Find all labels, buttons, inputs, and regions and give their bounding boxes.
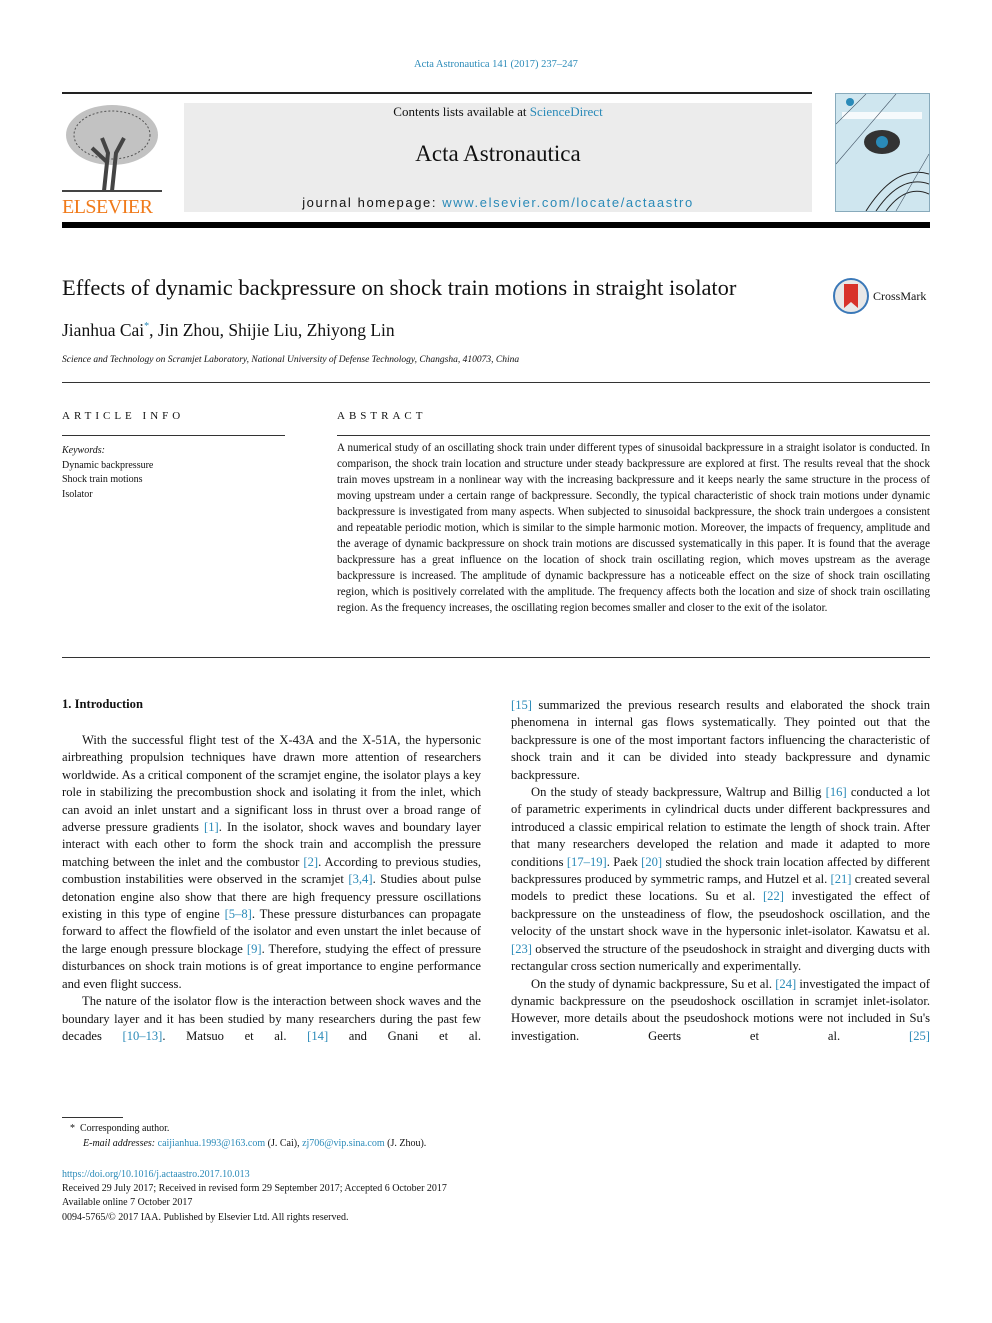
journal-title: Acta Astronautica [415,141,581,166]
elsevier-logo: ELSEVIER [62,103,162,218]
email-owner: (J. Zhou). [384,1138,427,1149]
section-heading: 1. Introduction [62,697,143,711]
citation-link[interactable]: [21] [831,872,852,886]
journal-homepage: journal homepage: www.elsevier.com/locat… [184,195,812,210]
citation-link[interactable]: [9] [247,942,262,956]
homepage-link[interactable]: www.elsevier.com/locate/actaastro [442,195,694,210]
crossmark-label: CrossMark [873,288,927,303]
citation-link[interactable]: [16] [826,785,847,799]
citation-link[interactable]: [17–19] [567,855,607,869]
citation-link[interactable]: [10–13] [123,1029,163,1043]
citation-link[interactable]: [5–8] [225,907,252,921]
elsevier-tree-icon [62,103,162,193]
available-online: Available online 7 October 2017 [62,1197,193,1209]
corresponding-author-note: Corresponding author. [80,1123,170,1134]
keyword: Shock train motions [62,474,143,485]
citation-link[interactable]: [14] [307,1029,328,1043]
doi-link[interactable]: https://doi.org/10.1016/j.actaastro.2017… [62,1168,447,1182]
email-label: E-mail addresses: [83,1138,158,1149]
footnote: * Corresponding author. E-mail addresses… [62,1121,426,1151]
citation-link[interactable]: [23] [511,942,532,956]
divider [337,435,930,436]
journal-cover-image [835,93,930,212]
email-owner: (J. Cai), [265,1138,303,1149]
received-dates: Received 29 July 2017; Received in revis… [62,1183,447,1195]
copyright: 0094-5765/© 2017 IAA. Published by Elsev… [62,1211,349,1223]
affiliation: Science and Technology on Scramjet Labor… [62,355,520,365]
author-names: , Jin Zhou, Shijie Liu, Zhiyong Lin [149,320,395,340]
abstract-heading: ABSTRACT [337,410,427,422]
homepage-label: journal homepage: [302,195,443,210]
citation-link[interactable]: [22] [763,889,784,903]
footnote-divider [62,1117,123,1118]
keyword: Isolator [62,488,93,500]
paragraph: On the study of dynamic backpressure, Su… [511,976,930,1043]
divider [62,382,930,383]
paragraph: With the successful flight test of the X… [62,733,482,991]
crossmark-icon [833,278,869,314]
article-title: Effects of dynamic backpressure on shock… [62,275,737,300]
author-name[interactable]: Jianhua Cai [62,320,144,340]
elsevier-wordmark: ELSEVIER [62,196,153,218]
paragraph: [15] summarized the previous research re… [511,698,930,782]
contents-text: Contents lists available at [393,104,530,119]
article-metadata: https://doi.org/10.1016/j.actaastro.2017… [62,1168,447,1225]
keywords: Keywords: Dynamic backpressure Shock tra… [62,444,153,502]
contents-line: Contents lists available at ScienceDirec… [184,104,812,120]
paragraph: On the study of steady backpressure, Wal… [511,785,931,974]
citation-link[interactable]: [24] [775,977,796,991]
citation-link[interactable]: [15] [511,698,532,712]
keywords-label: Keywords: [62,445,105,456]
email-link[interactable]: zj706@vip.sina.com [302,1138,385,1149]
citation-link[interactable]: [1] [204,820,219,834]
email-link[interactable]: caijianhua.1993@163.com [158,1138,266,1149]
footnote-mark: * [70,1123,75,1134]
divider [62,92,812,94]
citation-link[interactable]: [2] [303,855,318,869]
sciencedirect-link[interactable]: ScienceDirect [530,104,603,119]
header-divider [62,222,930,228]
abstract-text: A numerical study of an oscillating shoc… [337,442,930,614]
citation-link[interactable]: [3,4] [348,872,372,886]
body-column-left: With the successful flight test of the X… [62,732,481,1045]
paragraph: The nature of the isolator flow is the i… [62,994,481,1043]
article-info-heading: ARTICLE INFO [62,410,185,422]
crossmark-button[interactable]: CrossMark [833,278,926,314]
divider [62,657,930,658]
divider [62,435,285,436]
citation-link[interactable]: [25] [909,1029,930,1043]
author-list: Jianhua Cai*, Jin Zhou, Shijie Liu, Zhiy… [62,320,395,341]
keyword: Dynamic backpressure [62,459,154,471]
body-column-right: [15] summarized the previous research re… [511,697,930,1045]
journal-citation-link[interactable]: Acta Astronautica 141 (2017) 237–247 [0,59,992,70]
citation-link[interactable]: [20] [641,855,662,869]
